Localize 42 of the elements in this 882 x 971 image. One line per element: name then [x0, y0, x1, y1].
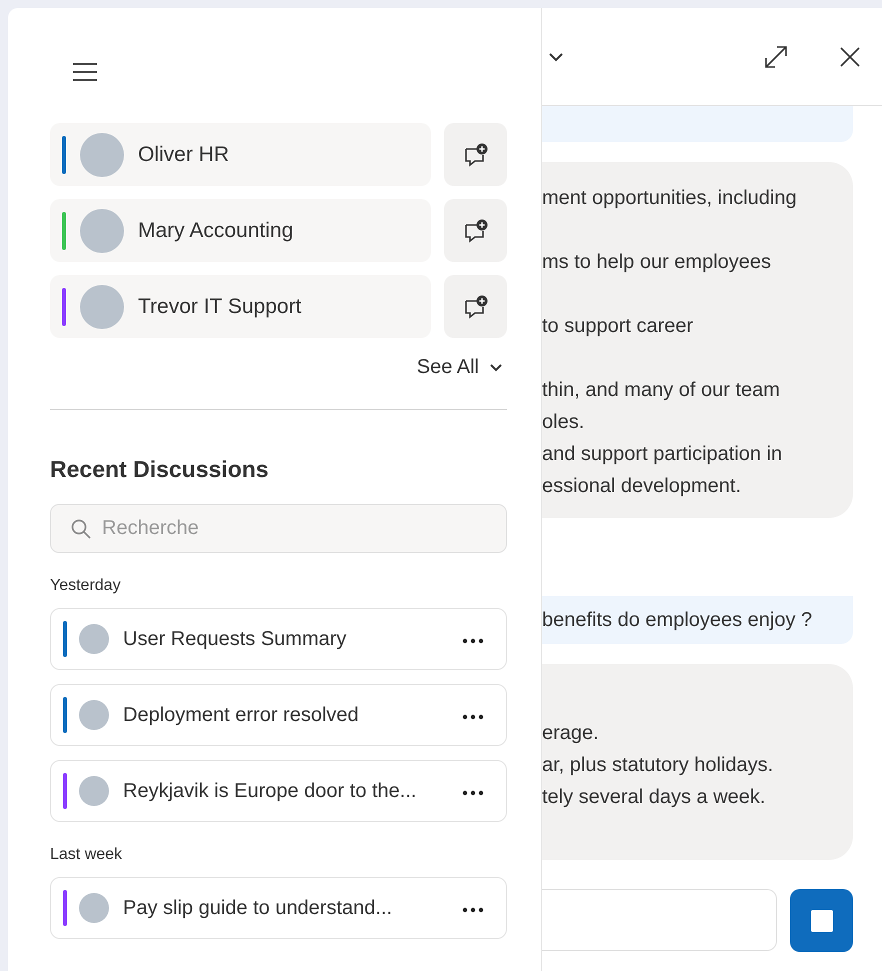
user-message: benefits do employees enjoy ?: [542, 596, 853, 644]
avatar: [80, 208, 124, 252]
search-icon: [70, 518, 92, 540]
close-icon: [839, 46, 861, 68]
menu-icon: [72, 62, 98, 82]
avatar: [80, 132, 124, 176]
group-label: Yesterday: [50, 577, 122, 595]
avatar: [79, 776, 109, 806]
search-field[interactable]: Recherche: [50, 504, 507, 553]
chevron-down-icon: [548, 52, 564, 62]
chevron-down-icon: [489, 362, 503, 372]
section-title: Recent Discussions: [50, 456, 270, 483]
new-chat-button[interactable]: [444, 199, 507, 262]
new-chat-button[interactable]: [444, 275, 507, 338]
see-all-button[interactable]: See All: [412, 356, 507, 379]
discussion-item[interactable]: Deployment error resolved: [50, 684, 507, 746]
group-label: Last week: [50, 846, 124, 864]
avatar: [80, 284, 124, 328]
more-icon: [462, 906, 484, 912]
new-chat-button[interactable]: [444, 123, 507, 186]
agent-item[interactable]: Oliver HR: [50, 123, 431, 186]
assistant-message: erage. ar, plus statutory holidays. tely several days a week.: [542, 664, 853, 860]
message-input-field[interactable]: [542, 889, 777, 951]
discussion-item[interactable]: Reykjavik is Europe door to the...: [50, 760, 507, 822]
discussion-title: User Requests Summary: [123, 628, 348, 650]
discussion-title: Pay slip guide to understand...: [123, 896, 394, 920]
discussion-title: Reykjavik is Europe door to the...: [123, 780, 418, 802]
avatar: [79, 624, 109, 654]
assistant-message: ment opportunities, including ms to help our employees to support career thin, and many of our team oles. and support participation in essional development.: [542, 162, 853, 518]
agent-item[interactable]: Trevor IT Support: [50, 275, 431, 338]
discussion-title: Deployment error resolved: [123, 704, 360, 726]
avatar: [79, 893, 109, 923]
discussion-item[interactable]: User Requests Summary: [50, 608, 507, 670]
more-icon: [462, 790, 484, 796]
more-icon: [462, 638, 484, 644]
more-icon: [462, 714, 484, 720]
stop-button[interactable]: [790, 889, 853, 952]
discussion-item[interactable]: Pay slip guide to understand...: [50, 877, 507, 939]
agent-item[interactable]: Mary Accounting: [50, 199, 431, 262]
expand-icon: [763, 44, 789, 70]
stop-icon: [810, 910, 832, 932]
avatar: [79, 700, 109, 730]
